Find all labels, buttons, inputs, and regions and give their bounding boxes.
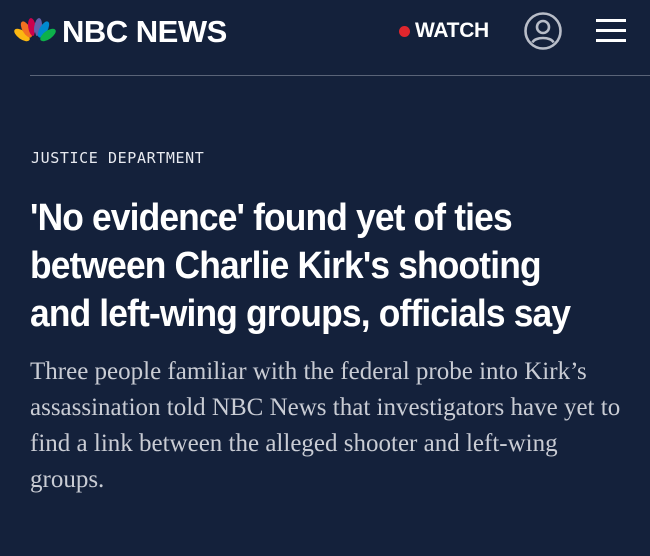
- menu-button[interactable]: [595, 16, 627, 46]
- site-header: NBC NEWS WATCH: [0, 0, 650, 64]
- watch-label: WATCH: [415, 19, 489, 42]
- hamburger-menu-icon: [596, 19, 626, 42]
- account-button[interactable]: [523, 11, 563, 51]
- nbc-peacock-icon: [14, 18, 56, 46]
- article-headline[interactable]: 'No evidence' found yet of ties between …: [30, 194, 597, 338]
- nbc-news-logo[interactable]: NBC NEWS: [14, 14, 227, 50]
- live-dot-icon: [399, 25, 410, 37]
- header-divider: [30, 75, 650, 76]
- brand-wordmark: NBC NEWS: [62, 14, 227, 49]
- user-account-icon: [524, 12, 562, 50]
- category-label[interactable]: JUSTICE DEPARTMENT: [31, 148, 204, 168]
- watch-live-button[interactable]: WATCH: [399, 18, 489, 44]
- article-dek: Three people familiar with the federal p…: [30, 358, 621, 493]
